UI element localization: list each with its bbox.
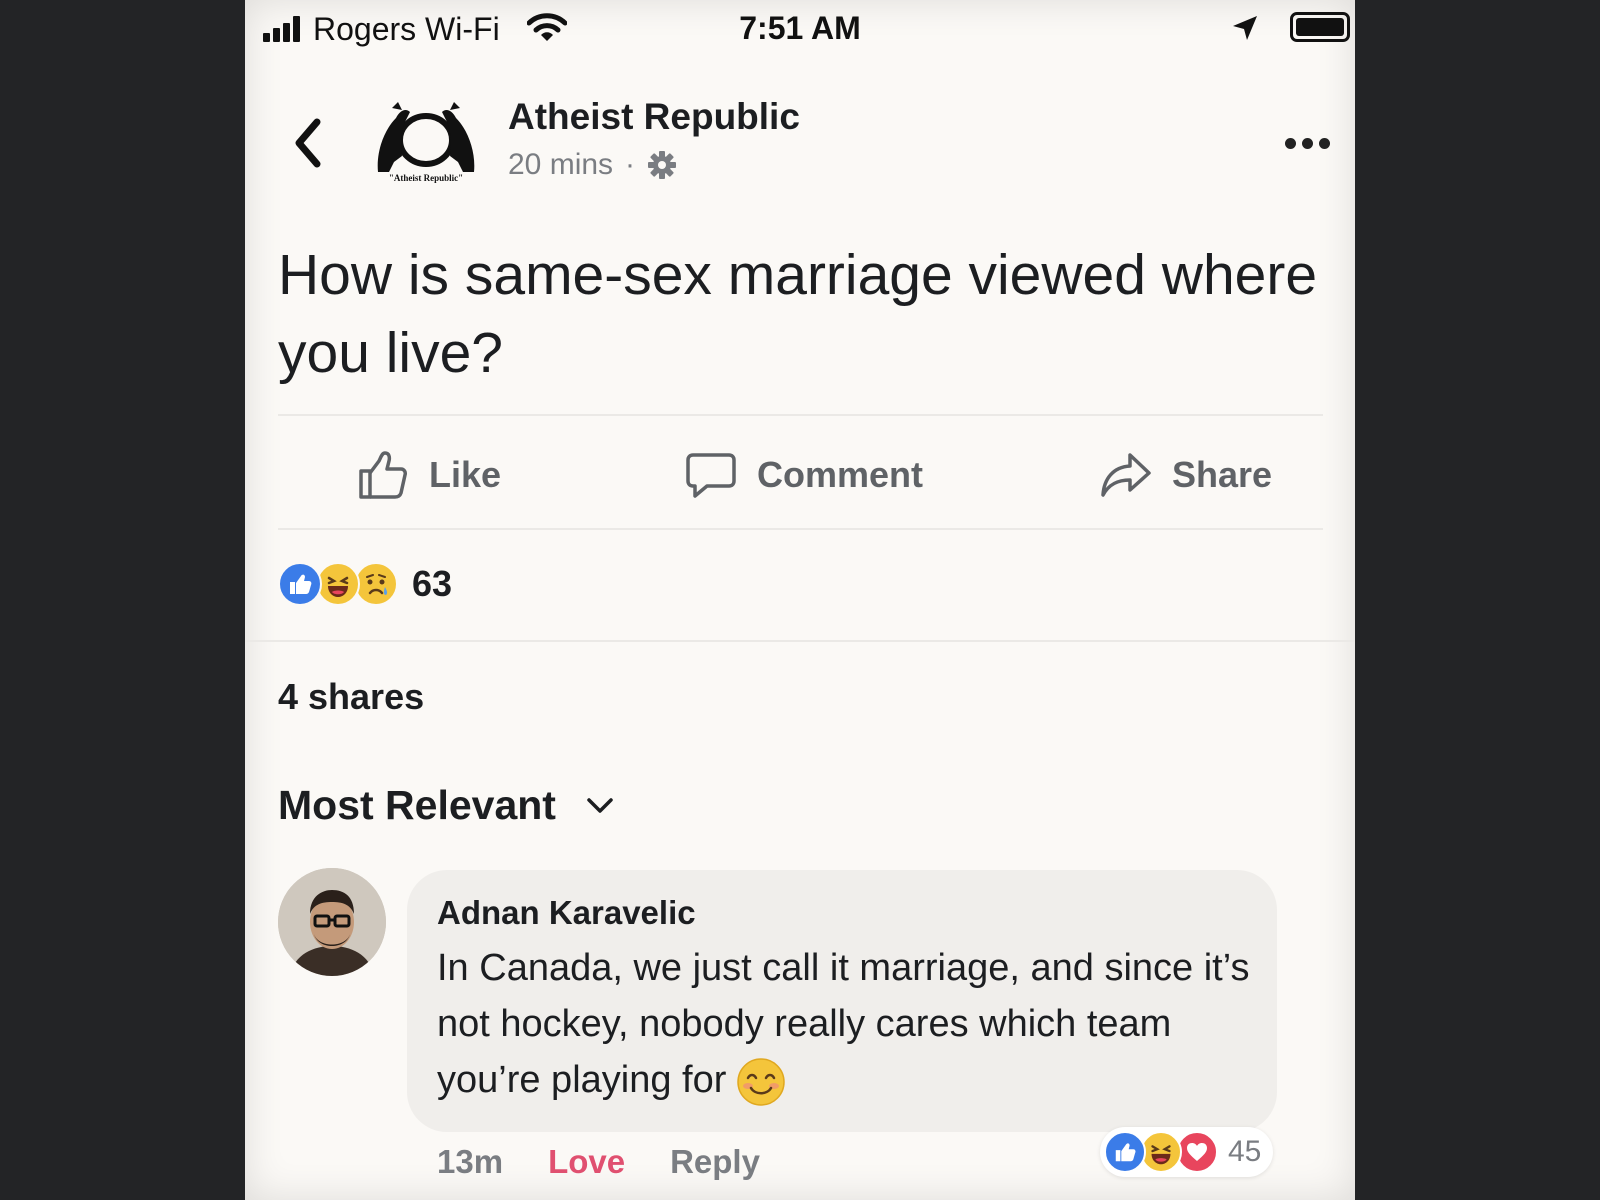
- comment-sort-dropdown[interactable]: Most Relevant: [278, 782, 614, 829]
- love-reaction-icon: [1176, 1131, 1218, 1173]
- logo-text: "Atheist Republic": [389, 173, 463, 183]
- comment-time: 13m: [437, 1143, 504, 1180]
- sort-label: Most Relevant: [278, 782, 556, 828]
- chevron-down-icon: [587, 797, 613, 813]
- comment-reactions[interactable]: 45: [1100, 1127, 1274, 1177]
- reply-button[interactable]: Reply: [670, 1143, 760, 1181]
- haha-reaction-icon: [1140, 1131, 1182, 1173]
- share-label: Share: [1172, 454, 1273, 495]
- share-button[interactable]: Share: [1100, 420, 1272, 530]
- love-button[interactable]: Love: [548, 1143, 625, 1181]
- post-action-bar: Like Comment Share: [245, 420, 1355, 530]
- haha-reaction-icon: [316, 562, 360, 606]
- shares-count[interactable]: 4 shares: [278, 676, 424, 718]
- more-options-icon[interactable]: [1285, 138, 1330, 149]
- comment-reaction-count: 45: [1228, 1135, 1262, 1168]
- page-logo[interactable]: "Atheist Republic": [370, 100, 482, 188]
- post-text: How is same-sex marriage viewed where yo…: [278, 243, 1318, 385]
- comment-actions: 13m Love Reply: [437, 1143, 760, 1181]
- commenter-name[interactable]: Adnan Karavelic: [437, 894, 1247, 932]
- reactions-summary[interactable]: 63: [278, 562, 452, 606]
- divider: [278, 414, 1323, 416]
- comment-bubble: Adnan Karavelic In Canada, we just call …: [407, 870, 1277, 1132]
- phone-screen: Rogers Wi-Fi 7:51 AM "Atheist Republic" …: [245, 0, 1355, 1200]
- divider: [245, 640, 1355, 642]
- comment-text: In Canada, we just call it marriage, and…: [437, 940, 1257, 1108]
- comment-label: Comment: [757, 454, 924, 495]
- page-name[interactable]: Atheist Republic: [508, 96, 800, 138]
- post-time[interactable]: 20 mins: [508, 148, 613, 182]
- like-button[interactable]: Like: [357, 420, 501, 530]
- meta-separator: ·: [625, 148, 636, 181]
- sad-reaction-icon: [354, 562, 398, 606]
- clock: 7:51 AM: [739, 10, 861, 46]
- like-reaction-icon: [278, 562, 322, 606]
- commenter-avatar[interactable]: [278, 868, 386, 976]
- share-arrow-icon: [1101, 453, 1151, 497]
- smiling-emoji-icon: [737, 1058, 786, 1106]
- status-bar: Rogers Wi-Fi 7:51 AM: [245, 0, 1355, 60]
- comment-body: In Canada, we just call it marriage, and…: [437, 947, 1250, 1101]
- post-meta: 20 mins ·: [508, 148, 677, 182]
- public-settings-icon: [648, 151, 677, 179]
- thumbs-up-icon: [359, 451, 407, 499]
- back-arrow-icon[interactable]: [293, 118, 323, 168]
- reaction-count: 63: [412, 563, 453, 604]
- divider: [278, 528, 1323, 530]
- like-reaction-icon: [1104, 1131, 1146, 1173]
- location-arrow-icon: [1233, 16, 1257, 40]
- comment-bubble-icon: [686, 453, 736, 498]
- comment-button[interactable]: Comment: [685, 420, 923, 530]
- like-label: Like: [429, 454, 502, 495]
- battery-icon: [1290, 12, 1350, 42]
